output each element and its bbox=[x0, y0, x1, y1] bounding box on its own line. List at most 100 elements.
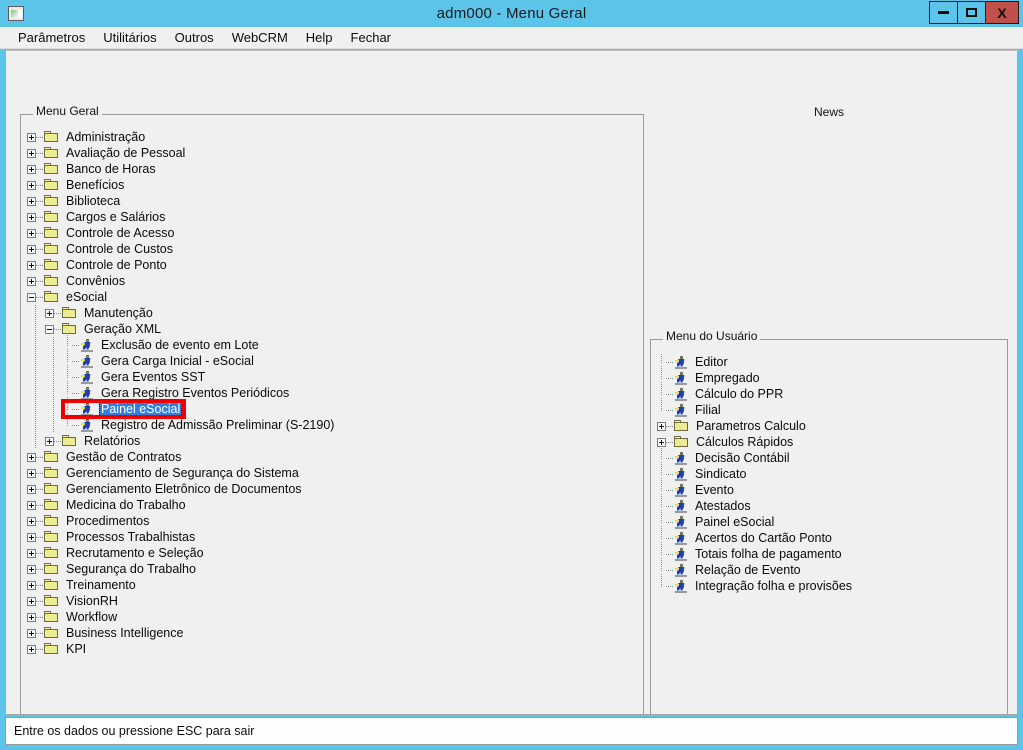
tree-node-recrutamento-e-selecao[interactable]: Recrutamento e Seleção bbox=[27, 545, 637, 561]
expand-icon-convenios[interactable] bbox=[27, 276, 36, 286]
collapse-icon-geracao-xml[interactable] bbox=[45, 324, 54, 334]
folder-icon bbox=[62, 435, 77, 447]
maximize-button[interactable] bbox=[957, 1, 986, 24]
expand-icon-avaliacao-de-pessoal[interactable] bbox=[27, 148, 36, 158]
expand-icon-visionrh[interactable] bbox=[27, 596, 36, 606]
expand-icon-biblioteca[interactable] bbox=[27, 196, 36, 206]
tree-node-manutencao[interactable]: Manutenção bbox=[27, 305, 637, 321]
tree-node-workflow[interactable]: Workflow bbox=[27, 609, 637, 625]
expand-icon-processos-trabalhistas[interactable] bbox=[27, 532, 36, 542]
close-button[interactable]: X bbox=[985, 1, 1019, 24]
tree-node-gerenciamento-eletronico-de-documentos[interactable]: Gerenciamento Eletrônico de Documentos bbox=[27, 481, 637, 497]
tree-node-gera-carga-inicial-esocial[interactable]: Gera Carga Inicial - eSocial bbox=[27, 348, 637, 369]
expand-icon-workflow[interactable] bbox=[27, 612, 36, 622]
expand-icon-gerenciamento-eletronico-de-documentos[interactable] bbox=[27, 484, 36, 494]
expand-icon-business-intelligence[interactable] bbox=[27, 628, 36, 638]
tree-connector bbox=[666, 521, 674, 523]
tree-node-gera-registro-eventos-periodicos[interactable]: Gera Registro Eventos Periódicos bbox=[27, 380, 637, 401]
expand-icon-gerenciamento-de-seguranca-do-sistema[interactable] bbox=[27, 468, 36, 478]
tree-node-visionrh[interactable]: VisionRH bbox=[27, 593, 637, 609]
tree-node-filial[interactable]: Filial bbox=[657, 397, 1001, 418]
expand-icon-administracao[interactable] bbox=[27, 132, 36, 142]
expand-icon-gestao-de-contratos[interactable] bbox=[27, 452, 36, 462]
expand-icon-medicina-do-trabalho[interactable] bbox=[27, 500, 36, 510]
tree-node-calculo-do-ppr[interactable]: Cálculo do PPR bbox=[657, 381, 1001, 402]
tree-node-controle-de-custos[interactable]: Controle de Custos bbox=[27, 241, 637, 257]
expand-icon-seguranca-do-trabalho[interactable] bbox=[27, 564, 36, 574]
tree-node-atestados[interactable]: Atestados bbox=[657, 493, 1001, 514]
expand-icon-banco-de-horas[interactable] bbox=[27, 164, 36, 174]
menu-item-utilitarios[interactable]: Utilitários bbox=[94, 28, 165, 48]
tree-node-relacao-de-evento[interactable]: Relação de Evento bbox=[657, 557, 1001, 578]
tree-node-evento[interactable]: Evento bbox=[657, 477, 1001, 498]
expand-icon-manutencao[interactable] bbox=[45, 308, 54, 318]
status-bar: Entre os dados ou pressione ESC para sai… bbox=[5, 717, 1018, 745]
tree-node-exclusao-de-evento-em-lote[interactable]: Exclusão de evento em Lote bbox=[27, 332, 637, 353]
tree-node-biblioteca[interactable]: Biblioteca bbox=[27, 193, 637, 209]
tree-node-label: Avaliação de Pessoal bbox=[66, 146, 186, 160]
tree-node-sindicato[interactable]: Sindicato bbox=[657, 461, 1001, 482]
title-bar[interactable]: adm000 - Menu Geral X bbox=[0, 0, 1023, 27]
tree-node-painel-esocial[interactable]: Painel eSocial bbox=[27, 396, 637, 417]
expand-icon-treinamento[interactable] bbox=[27, 580, 36, 590]
tree-node-geracao-xml[interactable]: Geração XML bbox=[27, 321, 637, 337]
tree-node-decisao-contabil[interactable]: Decisão Contábil bbox=[657, 445, 1001, 466]
collapse-icon-esocial[interactable] bbox=[27, 292, 36, 302]
tree-node-parametros-calculo[interactable]: Parametros Calculo bbox=[657, 418, 1001, 434]
minimize-button[interactable] bbox=[929, 1, 958, 24]
tree-node-gestao-de-contratos[interactable]: Gestão de Contratos bbox=[27, 449, 637, 465]
tree-node-label: Gera Carga Inicial - eSocial bbox=[101, 354, 254, 368]
menu-item-outros[interactable]: Outros bbox=[166, 28, 223, 48]
expand-icon-beneficios[interactable] bbox=[27, 180, 36, 190]
program-item-icon bbox=[674, 579, 688, 593]
tree-node-treinamento[interactable]: Treinamento bbox=[27, 577, 637, 593]
tree-node-empregado[interactable]: Empregado bbox=[657, 365, 1001, 386]
expand-icon-procedimentos[interactable] bbox=[27, 516, 36, 526]
tree-node-avaliacao-de-pessoal[interactable]: Avaliação de Pessoal bbox=[27, 145, 637, 161]
tree-node-editor[interactable]: Editor bbox=[657, 354, 1001, 370]
tree-node-relatorios[interactable]: Relatórios bbox=[27, 433, 637, 449]
tree-node-controle-de-ponto[interactable]: Controle de Ponto bbox=[27, 257, 637, 273]
expand-icon-kpi[interactable] bbox=[27, 644, 36, 654]
tree-node-processos-trabalhistas[interactable]: Processos Trabalhistas bbox=[27, 529, 637, 545]
tree-node-label: VisionRH bbox=[66, 594, 118, 608]
tree-node-gerenciamento-de-seguranca-do-sistema[interactable]: Gerenciamento de Segurança do Sistema bbox=[27, 465, 637, 481]
tree-node-banco-de-horas[interactable]: Banco de Horas bbox=[27, 161, 637, 177]
expand-icon-controle-de-acesso[interactable] bbox=[27, 228, 36, 238]
expand-icon-controle-de-ponto[interactable] bbox=[27, 260, 36, 270]
tree-node-totais-folha-de-pagamento[interactable]: Totais folha de pagamento bbox=[657, 541, 1001, 562]
tree-node-administracao[interactable]: Administração bbox=[27, 129, 637, 145]
tree-node-controle-de-acesso[interactable]: Controle de Acesso bbox=[27, 225, 637, 241]
tree-connector bbox=[36, 280, 44, 282]
tree-node-registro-de-admissao-preliminar-s-2190[interactable]: Registro de Admissão Preliminar (S-2190) bbox=[27, 412, 637, 433]
tree-node-seguranca-do-trabalho[interactable]: Segurança do Trabalho bbox=[27, 561, 637, 577]
tree-node-convenios[interactable]: Convênios bbox=[27, 273, 637, 289]
tree-node-beneficios[interactable]: Benefícios bbox=[27, 177, 637, 193]
menu-item-parametros[interactable]: Parâmetros bbox=[9, 28, 94, 48]
expand-icon-recrutamento-e-selecao[interactable] bbox=[27, 548, 36, 558]
program-item-icon bbox=[674, 515, 688, 529]
tree-node-kpi[interactable]: KPI bbox=[27, 641, 637, 657]
tree-connector bbox=[666, 489, 674, 491]
expand-icon-relatorios[interactable] bbox=[45, 436, 54, 446]
menu-usuario-tree[interactable]: Editor Empregado Cálculo do PPR Filial Param… bbox=[657, 354, 1001, 714]
tree-connector bbox=[36, 504, 44, 506]
expand-icon-parametros-calculo[interactable] bbox=[657, 421, 666, 431]
tree-node-painel-esocial[interactable]: Painel eSocial bbox=[657, 509, 1001, 530]
menu-item-webcrm[interactable]: WebCRM bbox=[223, 28, 297, 48]
tree-node-gera-eventos-sst[interactable]: Gera Eventos SST bbox=[27, 364, 637, 385]
expand-icon-controle-de-custos[interactable] bbox=[27, 244, 36, 254]
tree-node-esocial[interactable]: eSocial bbox=[27, 289, 637, 305]
tree-node-cargos-e-salarios[interactable]: Cargos e Salários bbox=[27, 209, 637, 225]
window-title: adm000 - Menu Geral bbox=[436, 5, 587, 22]
menu-item-help[interactable]: Help bbox=[297, 28, 342, 48]
expand-icon-cargos-e-salarios[interactable] bbox=[27, 212, 36, 222]
tree-node-procedimentos[interactable]: Procedimentos bbox=[27, 513, 637, 529]
tree-node-acertos-do-cartao-ponto[interactable]: Acertos do Cartão Ponto bbox=[657, 525, 1001, 546]
menu-geral-tree[interactable]: Administração Avaliação de Pessoal Banco d… bbox=[27, 129, 637, 714]
tree-node-calculos-rapidos[interactable]: Cálculos Rápidos bbox=[657, 434, 1001, 450]
tree-node-medicina-do-trabalho[interactable]: Medicina do Trabalho bbox=[27, 497, 637, 513]
tree-node-business-intelligence[interactable]: Business Intelligence bbox=[27, 625, 637, 641]
tree-node-integracao-folha-e-provisoes[interactable]: Integração folha e provisões bbox=[657, 573, 1001, 594]
menu-item-fechar[interactable]: Fechar bbox=[342, 28, 400, 48]
